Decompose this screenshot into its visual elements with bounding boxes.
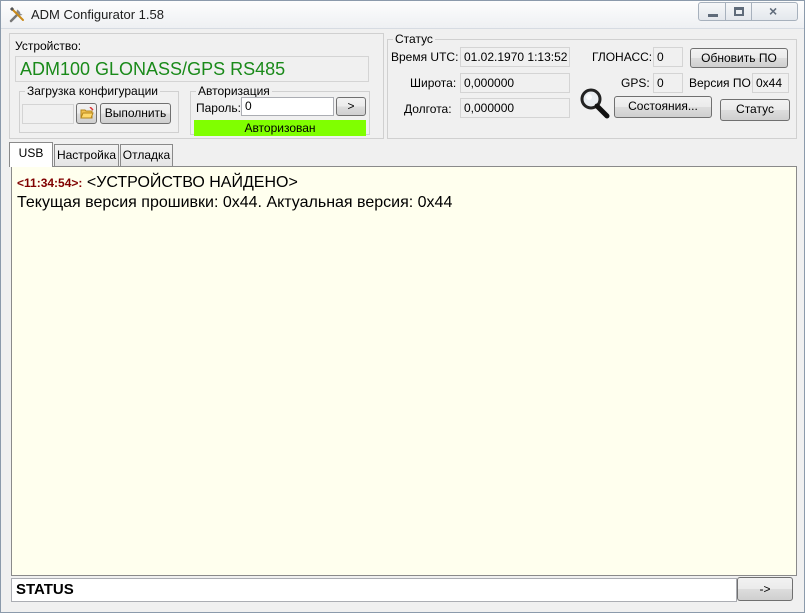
main-window: ADM Configurator 1.58 × Устройство: ADM1… xyxy=(0,0,805,613)
glonass-label: ГЛОНАСС: xyxy=(592,50,653,64)
update-firmware-button[interactable]: Обновить ПО xyxy=(690,48,788,68)
longitude-label: Долгота: xyxy=(404,102,452,116)
gps-label: GPS: xyxy=(621,76,650,90)
log-message: <УСТРОЙСТВО НАЙДЕНО> xyxy=(86,174,298,191)
tab-settings[interactable]: Настройка xyxy=(54,144,119,166)
log-message: Текущая версия прошивки: 0x44. Актуальна… xyxy=(17,194,453,211)
config-file-field[interactable] xyxy=(22,104,74,124)
device-label: Устройство: xyxy=(15,39,82,53)
longitude-value: 0,000000 xyxy=(460,98,570,118)
log-line: <11:34:54>: <УСТРОЙСТВО НАЙДЕНО> xyxy=(17,173,791,193)
window-title: ADM Configurator 1.58 xyxy=(31,7,164,22)
close-button[interactable]: × xyxy=(751,2,798,21)
auth-label: Авторизация xyxy=(196,84,272,98)
states-button[interactable]: Состояния... xyxy=(614,96,712,118)
status-text-field[interactable]: STATUS xyxy=(11,578,737,602)
auth-status-badge: Авторизован xyxy=(194,120,366,136)
open-file-button[interactable] xyxy=(76,103,97,124)
utc-value: 01.02.1970 1:13:52 xyxy=(460,47,570,67)
device-name: ADM100 GLONASS/GPS RS485 xyxy=(15,56,369,82)
minimize-button[interactable] xyxy=(698,2,726,21)
execute-button[interactable]: Выполнить xyxy=(100,103,171,124)
latitude-label: Широта: xyxy=(410,76,457,90)
status-arrow-button[interactable]: -> xyxy=(737,577,793,601)
firmware-version-value: 0x44 xyxy=(752,73,789,93)
firmware-version-label: Версия ПО: xyxy=(689,76,755,90)
gps-value: 0 xyxy=(653,73,683,93)
maximize-icon xyxy=(734,7,744,16)
maximize-button[interactable] xyxy=(725,2,752,21)
password-input[interactable]: 0 xyxy=(241,97,334,116)
status-panel-label: Статус xyxy=(393,32,435,46)
status-button[interactable]: Статус xyxy=(720,99,790,121)
minimize-icon xyxy=(708,14,718,17)
utc-label: Время UTC: xyxy=(391,50,459,64)
glonass-value: 0 xyxy=(653,47,683,67)
log-area[interactable]: <11:34:54>: <УСТРОЙСТВО НАЙДЕНО> Текущая… xyxy=(11,166,797,576)
wrench-screwdriver-icon xyxy=(9,7,24,23)
log-timestamp: <11:34:54>: xyxy=(17,176,83,190)
latitude-value: 0,000000 xyxy=(460,73,570,93)
magnifier-icon[interactable] xyxy=(578,87,610,119)
password-submit-button[interactable]: > xyxy=(336,97,366,116)
title-bar[interactable]: ADM Configurator 1.58 × xyxy=(1,1,804,29)
config-load-label: Загрузка конфигурации xyxy=(25,84,160,98)
tab-usb[interactable]: USB xyxy=(9,142,53,167)
password-label: Пароль: xyxy=(196,101,241,115)
log-line: Текущая версия прошивки: 0x44. Актуальна… xyxy=(17,193,791,213)
close-icon: × xyxy=(769,3,778,19)
tab-debug[interactable]: Отладка xyxy=(120,144,173,166)
open-folder-icon xyxy=(80,107,94,119)
